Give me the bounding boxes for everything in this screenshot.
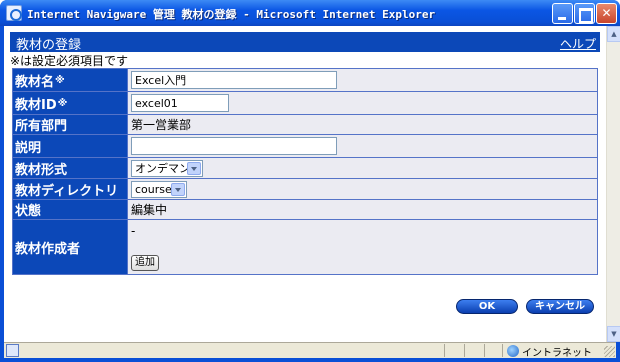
required-note: ※は設定必須項目です [10,54,129,68]
ok-button[interactable]: OK [456,299,518,314]
intranet-zone-icon [507,345,519,357]
status-bar: イントラネット [4,342,616,359]
label-cell: 教材形式 [13,158,127,178]
name-input[interactable] [131,71,337,89]
scroll-up-icon[interactable]: ▲ [607,26,620,42]
label-cell: 所有部門 [13,115,127,134]
value-cell [127,135,597,157]
value-cell [127,69,597,91]
id-label: 教材ID [15,97,57,113]
row-author: 教材作成者 - 追加 [13,220,597,274]
add-author-button[interactable]: 追加 [131,255,159,271]
vertical-scrollbar[interactable]: ▲ ▼ [606,26,620,342]
status-divider [464,344,465,357]
description-label: 説明 [15,140,42,156]
row-description: 説明 [13,135,597,158]
ie-icon [6,5,22,21]
row-id: 教材ID ※ [13,92,597,115]
row-name: 教材名 ※ [13,69,597,92]
value-cell: course [127,179,597,199]
page-title: 教材の登録 [16,38,82,53]
format-select[interactable]: オンデマンド [131,159,203,177]
security-zone-label: イントラネット [522,348,592,359]
author-value: - [131,224,136,238]
page-icon [6,344,19,357]
dept-label: 所有部門 [15,119,68,134]
row-status: 状態 編集中 [13,200,597,220]
directory-label: 教材ディレクトリ [15,183,119,199]
description-input[interactable] [131,137,337,155]
value-cell: オンデマンド [127,158,597,178]
directory-select[interactable]: course [131,180,187,198]
close-button[interactable]: ✕ [596,3,617,24]
required-mark: ※ [55,74,65,86]
resize-grip-icon[interactable] [604,346,615,357]
author-label: 教材作成者 [15,241,81,257]
label-cell: 教材ID ※ [13,92,127,114]
chevron-down-icon[interactable] [187,161,201,175]
status-divider [502,344,503,357]
row-directory: 教材ディレクトリ course [13,179,597,200]
label-cell: 説明 [13,135,127,157]
scroll-down-icon[interactable]: ▼ [607,326,620,342]
row-dept: 所有部門 第一営業部 [13,115,597,135]
minimize-button[interactable] [552,3,573,24]
directory-selected: course [135,182,172,196]
id-input[interactable] [131,94,229,112]
status-divider [484,344,485,357]
label-cell: 教材ディレクトリ [13,179,127,199]
format-label: 教材形式 [15,162,68,178]
cancel-button[interactable]: キャンセル [526,299,594,314]
page-content: 教材の登録 ヘルプ ※は設定必須項目です 教材名※ 教材ID※ [4,26,620,342]
window-title: Internet Navigware 管理 教材の登録 - Microsoft … [27,8,436,21]
page-header: 教材の登録 ヘルプ [10,32,600,53]
browser-window: Internet Navigware 管理 教材の登録 - Microsoft … [0,0,620,362]
value-cell: 編集中 [127,200,597,219]
label-cell: 教材名 ※ [13,69,127,91]
maximize-button[interactable] [574,3,595,24]
label-cell: 状態 [13,200,127,219]
value-cell: - 追加 [127,220,597,274]
chevron-down-icon[interactable] [171,182,185,196]
title-bar[interactable]: Internet Navigware 管理 教材の登録 - Microsoft … [0,0,620,26]
value-cell: 第一営業部 [127,115,597,134]
status-value: 編集中 [131,203,168,217]
status-label: 状態 [15,204,42,219]
help-link[interactable]: ヘルプ [560,35,596,52]
value-cell [127,92,597,114]
label-cell: 教材作成者 [13,220,127,274]
status-divider [444,344,445,357]
dept-value: 第一営業部 [131,118,192,132]
material-form: 教材名※ 教材ID※ 所有部門 第一営業部 [12,68,598,275]
row-format: 教材形式 オンデマンド [13,158,597,179]
required-mark: ※ [57,97,68,109]
name-label: 教材名 [15,74,55,90]
